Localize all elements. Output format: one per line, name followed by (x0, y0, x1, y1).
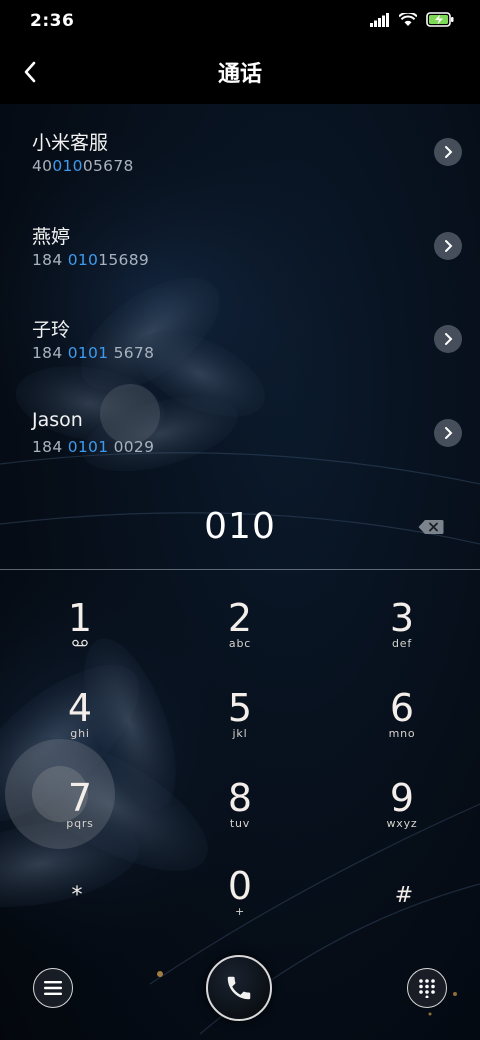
key-4[interactable]: 4 ghi (30, 688, 130, 758)
contact-number: 184 0101 0029 (32, 437, 155, 456)
backspace-icon (418, 520, 444, 534)
key-letters: jkl (232, 727, 248, 740)
key-letters: mno (388, 727, 416, 740)
number-match-highlight: 0101 (67, 344, 109, 362)
key-6[interactable]: 6 mno (352, 688, 452, 758)
key-letters: tuv (229, 817, 251, 830)
key-symbol: * (71, 883, 83, 908)
phone-icon (227, 976, 251, 1000)
menu-button[interactable] (33, 968, 73, 1008)
wifi-icon (398, 11, 418, 31)
status-bar: 2:36 (0, 0, 480, 40)
number-match-highlight: 010 (67, 250, 99, 269)
chevron-right-icon (445, 146, 453, 158)
contact-suggestions: 小米客服 4001005678 燕婷 184 01015689 子玲 184 0… (0, 104, 480, 478)
chevron-right-icon (445, 426, 453, 439)
key-digit: 5 (227, 686, 253, 730)
contact-number: 184 0101 5678 (32, 344, 155, 362)
key-letters: abc (228, 637, 252, 650)
key-7[interactable]: 7 pqrs (30, 778, 130, 848)
contact-row[interactable]: 燕婷 184 01015689 (0, 198, 480, 292)
key-1[interactable]: 1 (30, 598, 130, 668)
contact-row[interactable]: 子玲 184 0101 5678 (0, 291, 480, 385)
key-letters: + (234, 905, 246, 918)
status-icons (370, 11, 454, 31)
contact-detail-button[interactable] (434, 418, 462, 447)
contact-name: 小米客服 (32, 132, 109, 154)
contact-row[interactable]: Jason 184 0101 0029 (0, 385, 480, 479)
dialed-number[interactable]: 010 (0, 506, 480, 547)
contact-detail-button[interactable] (434, 138, 462, 166)
key-letters: ghi (70, 727, 90, 740)
contact-detail-button[interactable] (434, 325, 462, 353)
chevron-right-icon (445, 333, 453, 345)
key-digit: 3 (389, 596, 415, 640)
contact-number: 184 01015689 (32, 250, 150, 269)
number-match-highlight: 0101 (67, 437, 109, 456)
key-digit: 9 (389, 776, 415, 820)
contact-number: 4001005678 (32, 157, 134, 175)
key-digit: 2 (227, 596, 253, 640)
status-time: 2:36 (30, 11, 75, 31)
contact-name: 燕婷 (32, 225, 71, 248)
key-9[interactable]: 9 wxyz (352, 778, 452, 848)
signal-icon (370, 12, 390, 31)
backspace-button[interactable] (418, 519, 444, 539)
key-symbol: # (394, 883, 414, 908)
key-2[interactable]: 2 abc (190, 598, 290, 668)
contact-name: 子玲 (32, 319, 71, 341)
voicemail-icon (30, 637, 130, 650)
key-digit: 4 (67, 686, 93, 730)
contact-name: Jason (32, 408, 83, 431)
key-star[interactable]: * (27, 862, 127, 932)
top-header: 通话 (0, 40, 480, 104)
number-match-highlight: 010 (52, 157, 83, 175)
key-digit: 0 (227, 864, 253, 908)
key-letters: def (391, 637, 413, 650)
dialpad-toggle-button[interactable] (407, 968, 447, 1008)
key-5[interactable]: 5 jkl (190, 688, 290, 758)
key-letters: wxyz (386, 817, 418, 830)
dialpad-grid-icon (419, 979, 435, 998)
chevron-right-icon (445, 239, 453, 252)
menu-icon (44, 981, 62, 995)
key-hash[interactable]: # (354, 862, 454, 932)
key-0[interactable]: 0 + (190, 866, 290, 936)
call-button[interactable] (206, 955, 272, 1021)
input-divider (0, 569, 480, 570)
contact-detail-button[interactable] (434, 231, 462, 260)
key-digit: 6 (389, 686, 415, 730)
key-3[interactable]: 3 def (352, 598, 452, 668)
contact-row[interactable]: 小米客服 4001005678 (0, 104, 480, 198)
key-letters: pqrs (66, 817, 94, 830)
key-digit: 1 (67, 596, 93, 640)
key-8[interactable]: 8 tuv (190, 778, 290, 848)
key-digit: 7 (67, 776, 93, 820)
bottom-controls (0, 950, 480, 1026)
dial-input-bar: 010 (0, 484, 480, 570)
key-digit: 8 (227, 776, 253, 820)
battery-charging-icon (426, 12, 454, 31)
page-title: 通话 (217, 62, 262, 87)
